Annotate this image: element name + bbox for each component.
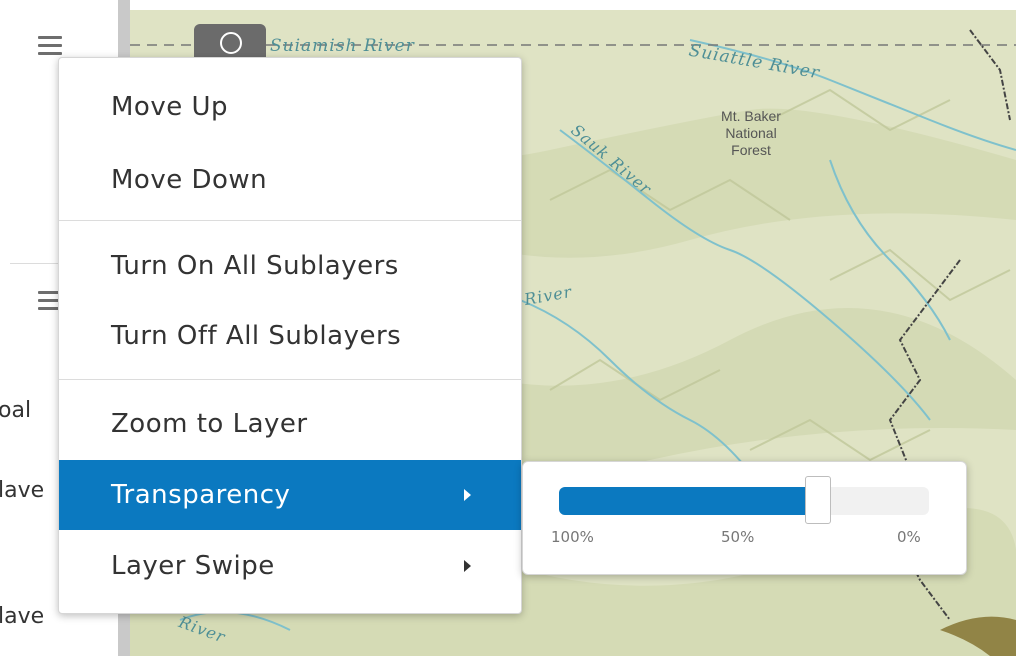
submenu-arrow-icon	[464, 560, 471, 572]
layer-menu-icon[interactable]	[38, 36, 62, 56]
river-label: Suiamish River	[270, 36, 415, 56]
forest-label: Mt. Baker National Forest	[696, 108, 806, 159]
transparency-slider-fill	[559, 487, 818, 515]
menu-item-zoom-to-layer[interactable]: Zoom to Layer	[59, 389, 521, 459]
layer-name-partial[interactable]: lave	[0, 604, 44, 629]
slider-tick-label: 50%	[721, 528, 755, 546]
menu-item-label: Move Up	[111, 92, 229, 122]
menu-item-label: Turn Off All Sublayers	[111, 321, 402, 351]
menu-item-label: Move Down	[111, 165, 268, 195]
forest-label-line: Forest	[731, 142, 771, 158]
menu-item-label: Transparency	[111, 480, 291, 510]
menu-item-label: Layer Swipe	[111, 551, 275, 581]
layer-context-menu: Move Up Move Down Turn On All Sublayers …	[58, 57, 522, 614]
layer-name-partial[interactable]: lave	[0, 478, 44, 503]
menu-item-label: Zoom to Layer	[111, 409, 308, 439]
layer-name-partial[interactable]: oal	[0, 398, 31, 423]
submenu-arrow-icon	[464, 489, 471, 501]
slider-tick-label: 100%	[551, 528, 594, 546]
map-top-border	[130, 0, 1016, 10]
menu-item-transparency[interactable]: Transparency	[59, 460, 521, 530]
menu-item-turn-off-sublayers[interactable]: Turn Off All Sublayers	[59, 301, 521, 371]
menu-separator	[59, 220, 521, 221]
menu-item-turn-on-sublayers[interactable]: Turn On All Sublayers	[59, 231, 521, 301]
slider-tick-label: 0%	[897, 528, 921, 546]
transparency-slider-handle[interactable]	[805, 476, 831, 524]
menu-item-move-down[interactable]: Move Down	[59, 145, 521, 215]
transparency-submenu: 100% 50% 0%	[522, 461, 967, 575]
forest-label-line: Mt. Baker	[721, 108, 781, 124]
menu-item-layer-swipe[interactable]: Layer Swipe	[59, 531, 521, 601]
forest-label-line: National	[725, 125, 777, 141]
locate-icon	[220, 32, 242, 54]
menu-item-label: Turn On All Sublayers	[111, 251, 399, 281]
menu-item-move-up[interactable]: Move Up	[59, 72, 521, 142]
menu-separator	[59, 379, 521, 380]
transparency-slider-track[interactable]	[559, 476, 929, 524]
